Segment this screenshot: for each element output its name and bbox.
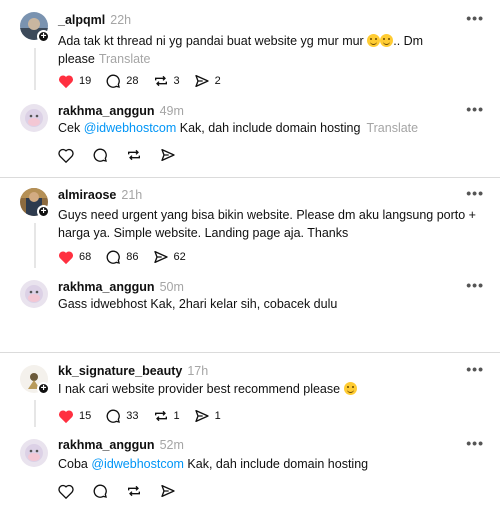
reply-avatar[interactable] [20,280,48,308]
comment-count: 28 [126,75,139,87]
like-button[interactable]: 68 [58,250,91,265]
post-time: 22h [110,13,132,27]
post-author[interactable]: _alpqml 22h [58,13,131,27]
like-button[interactable]: 15 [58,409,91,424]
repost-button[interactable] [126,483,142,499]
share-icon [161,149,175,161]
smile-emoji-icon [380,34,394,47]
thread-line [34,223,36,268]
comment-button[interactable]: 28 [105,73,139,89]
repost-icon [128,485,140,497]
follow-plus-icon[interactable]: + [37,205,50,218]
repost-icon [128,149,140,161]
repost-count: 1 [173,410,180,422]
reply-time: 49m [159,104,184,118]
comment-count: 33 [126,410,139,422]
share-icon [161,485,175,497]
post-time: 21h [121,188,143,202]
heart-icon [58,250,74,264]
heart-icon [58,409,74,423]
comment-button[interactable] [92,147,108,163]
share-button[interactable]: 1 [194,408,221,424]
grin-emoji-icon [367,34,381,47]
reply-text: Gass idwebhost Kak, 2hari kelar sih, cob… [58,297,338,311]
like-count: 19 [79,75,92,87]
repost-count: 3 [173,75,180,87]
reply-avatar[interactable] [20,439,48,467]
repost-button[interactable]: 1 [153,408,180,424]
thread-2: + almiraose 21h ••• Guys need urgent yang… [0,178,500,353]
mention-link[interactable]: @idwebhostcom [84,121,177,135]
comment-icon [93,484,107,498]
comment-icon [106,409,121,423]
threads-feed: + _alpqml 22h ••• Ada tak kt thread ni yg… [0,0,500,512]
reply-author[interactable]: rakhma_anggun 52m [58,438,184,452]
post-text: Ada tak kt thread ni yg pandai buat webs… [58,34,424,66]
more-icon[interactable]: ••• [466,101,484,117]
reply-avatar[interactable] [20,104,48,132]
share-button[interactable]: 62 [153,249,186,265]
share-button[interactable]: 2 [194,73,221,89]
thread-1: + _alpqml 22h ••• Ada tak kt thread ni yg… [0,0,500,180]
share-count: 1 [214,410,221,422]
reply-author[interactable]: rakhma_anggun 50m [58,280,184,294]
like-button[interactable] [58,484,74,499]
share-icon [194,75,209,87]
reply-actions [58,482,190,500]
share-icon [153,251,168,263]
reply-actions [58,146,190,164]
like-button[interactable] [58,148,74,163]
more-icon[interactable]: ••• [466,277,484,293]
more-icon[interactable]: ••• [466,361,484,377]
repost-icon [154,75,167,87]
like-count: 68 [79,251,92,263]
comment-button[interactable]: 33 [105,408,139,424]
like-button[interactable]: 19 [58,74,91,89]
post-actions: 19 28 3 2 [58,72,235,90]
more-icon[interactable]: ••• [466,10,484,26]
post-text: I nak cari website provider best recomme… [58,380,458,398]
comment-count: 86 [126,251,139,263]
reply-time: 50m [159,280,184,294]
repost-button[interactable]: 3 [153,73,180,89]
comment-icon [93,148,107,162]
follow-plus-icon[interactable]: + [37,30,50,43]
share-button[interactable] [160,483,176,499]
reply-text: Cek @idwebhostcom Kak, dah include domai… [58,121,419,135]
translate-link[interactable]: Translate [366,121,418,135]
thread-3: + kk_signature_beauty 17h ••• I nak cari … [0,353,500,512]
post-author[interactable]: kk_signature_beauty 17h [58,364,208,378]
comment-icon [106,250,121,264]
comment-button[interactable] [92,483,108,499]
follow-plus-icon[interactable]: + [37,382,50,395]
share-button[interactable] [160,147,176,163]
heart-icon [58,484,74,499]
repost-button[interactable] [126,147,142,163]
more-icon[interactable]: ••• [466,435,484,451]
post-author[interactable]: almiraose 21h [58,188,142,202]
reply-time: 52m [159,438,184,452]
heart-icon [58,74,74,88]
post-time: 17h [187,364,209,378]
reply-author[interactable]: rakhma_anggun 49m [58,104,184,118]
thread-line [34,48,36,90]
comment-icon [106,74,121,88]
comment-button[interactable]: 86 [105,249,139,265]
thread-line [34,400,36,427]
repost-icon [154,410,167,422]
share-icon [194,410,209,422]
share-count: 2 [214,75,221,87]
post-text: Guys need urgent yang bisa bikin website… [58,208,476,240]
mention-link[interactable]: @idwebhostcom [91,457,184,471]
reply-text: Coba @idwebhostcom Kak, dah include doma… [58,457,369,471]
post-actions: 15 33 1 1 [58,407,235,425]
smile-emoji-icon [343,382,357,395]
post-actions: 68 86 62 [58,248,200,266]
like-count: 15 [79,410,92,422]
share-count: 62 [173,251,186,263]
translate-link[interactable]: Translate [99,52,151,66]
heart-icon [58,148,74,163]
more-icon[interactable]: ••• [466,185,484,201]
